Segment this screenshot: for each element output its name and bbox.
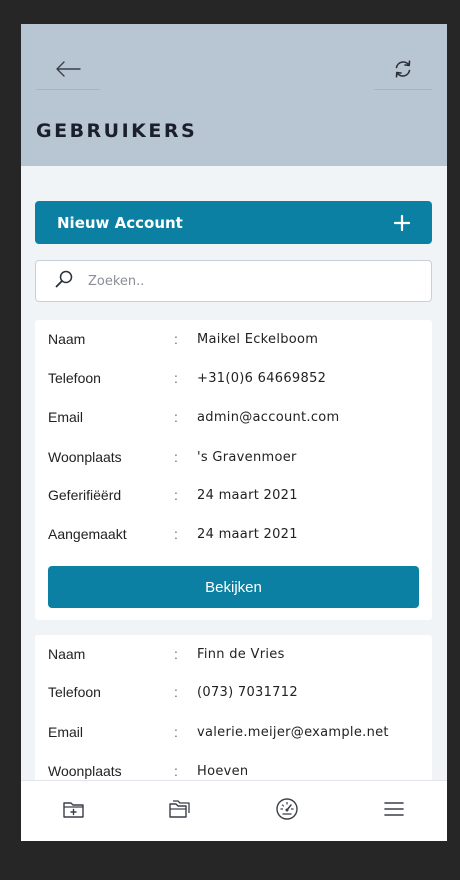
user-row-created: Aangemaakt : 24 maart 2021 — [35, 524, 432, 544]
plus-icon — [394, 214, 410, 231]
bottom-nav — [21, 780, 447, 841]
separator: : — [174, 331, 178, 347]
field-value: Finn de Vries — [197, 646, 285, 662]
field-label: Telefoon — [48, 370, 101, 386]
app-screen: GEBRUIKERS Nieuw Account Naam : Maikel E… — [21, 24, 447, 841]
separator: : — [174, 370, 178, 386]
view-user-button[interactable]: Bekijken — [48, 566, 419, 608]
field-value: 24 maart 2021 — [197, 487, 298, 503]
separator: : — [174, 684, 178, 700]
field-value: (073) 7031712 — [197, 684, 298, 700]
refresh-button[interactable] — [374, 54, 432, 90]
separator: : — [174, 724, 178, 740]
folders-icon — [168, 799, 192, 824]
field-value: 's Gravenmoer — [197, 449, 297, 465]
field-value: valerie.meijer@example.net — [197, 724, 389, 740]
back-button[interactable] — [36, 54, 100, 90]
user-row-name: Naam : Maikel Eckelboom — [35, 329, 432, 349]
separator: : — [174, 646, 178, 662]
user-row-verified: Geferifiëërd : 24 maart 2021 — [35, 485, 432, 505]
nav-menu[interactable] — [380, 799, 408, 823]
dashboard-gauge-icon — [275, 797, 299, 826]
new-account-label: Nieuw Account — [57, 213, 183, 232]
field-label: Woonplaats — [48, 449, 122, 465]
separator: : — [174, 526, 178, 542]
refresh-icon — [393, 59, 413, 84]
separator: : — [174, 449, 178, 465]
page-title: GEBRUIKERS — [36, 120, 198, 142]
search-bar — [35, 260, 432, 302]
field-label: Geferifiëërd — [48, 487, 122, 503]
user-row-phone: Telefoon : (073) 7031712 — [35, 682, 432, 702]
field-value: admin@account.com — [197, 409, 340, 425]
separator: : — [174, 487, 178, 503]
separator: : — [174, 763, 178, 779]
user-row-city: Woonplaats : Hoeven — [35, 761, 432, 781]
field-label: Email — [48, 409, 84, 425]
field-value: +31(0)6 64669852 — [197, 370, 327, 386]
nav-folder-add[interactable] — [60, 799, 88, 823]
field-label: Telefoon — [48, 684, 101, 700]
user-card: Naam : Maikel Eckelboom Telefoon : +31(0… — [35, 320, 432, 620]
arrow-left-icon — [55, 61, 81, 82]
user-row-email: Email : admin@account.com — [35, 407, 432, 427]
user-row-city: Woonplaats : 's Gravenmoer — [35, 447, 432, 467]
field-value: Maikel Eckelboom — [197, 331, 319, 347]
field-label: Naam — [48, 646, 86, 662]
field-label: Email — [48, 724, 84, 740]
field-value: Hoeven — [197, 763, 249, 779]
field-label: Aangemaakt — [48, 526, 127, 542]
menu-icon — [383, 801, 405, 822]
field-label: Naam — [48, 331, 86, 347]
folder-add-icon — [62, 799, 86, 824]
user-row-name: Naam : Finn de Vries — [35, 644, 432, 664]
search-icon — [54, 269, 74, 294]
user-row-email: Email : valerie.meijer@example.net — [35, 722, 432, 742]
nav-dashboard[interactable] — [273, 797, 301, 826]
separator: : — [174, 409, 178, 425]
field-value: 24 maart 2021 — [197, 526, 298, 542]
user-row-phone: Telefoon : +31(0)6 64669852 — [35, 368, 432, 388]
new-account-button[interactable]: Nieuw Account — [35, 201, 432, 244]
header: GEBRUIKERS — [21, 24, 447, 166]
nav-folders[interactable] — [166, 799, 194, 823]
field-label: Woonplaats — [48, 763, 122, 779]
search-input[interactable] — [88, 273, 388, 289]
